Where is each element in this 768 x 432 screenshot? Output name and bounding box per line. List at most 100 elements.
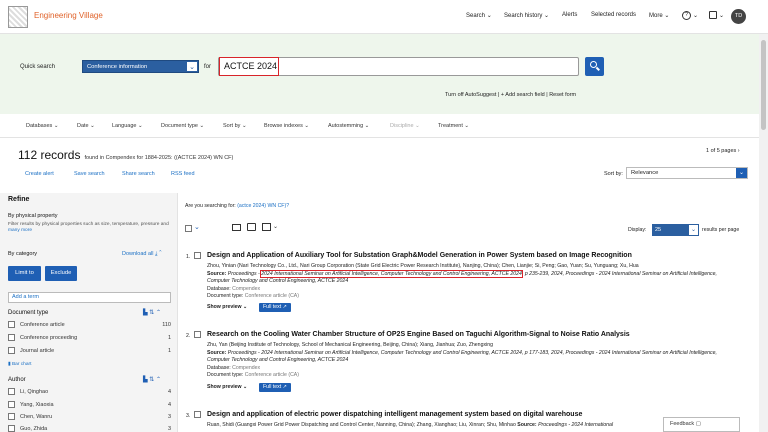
result-source: Source: Proceedings - 2024 International… — [207, 269, 717, 285]
by-category-title: By category — [8, 251, 38, 257]
author-title[interactable]: Author — [8, 377, 26, 383]
result-database: Database: Compendex — [207, 364, 261, 371]
chevron-down-icon: ⌄ — [186, 61, 198, 72]
result-title[interactable]: Design and Application of Auxiliary Tool… — [207, 252, 747, 259]
doc-type-checkbox[interactable] — [8, 321, 15, 328]
author-label: Li, Qinghao — [20, 389, 49, 395]
doc-type-checkbox[interactable] — [8, 347, 15, 354]
chevron-down-icon[interactable]: ⌄ — [194, 223, 200, 231]
results-per-page-label: results per page — [702, 227, 740, 233]
search-query-text[interactable]: ACTCE 2024 — [219, 57, 279, 76]
facet-actions[interactable]: ▙ ⇅ ⌃ — [143, 376, 161, 383]
doc-type-count: 1 — [167, 335, 171, 341]
display-count-select[interactable]: 25 ⌄ — [652, 224, 699, 236]
result-checkbox[interactable] — [194, 331, 201, 338]
author-checkbox[interactable] — [8, 413, 15, 420]
author-checkbox[interactable] — [8, 425, 15, 432]
author-checkbox[interactable] — [8, 401, 15, 408]
add-term-input[interactable]: Add a term — [8, 292, 171, 303]
chevron-down-icon[interactable]: ⌄ — [273, 223, 278, 230]
filter-language[interactable]: Language ⌄ — [112, 123, 143, 129]
filter-discipline: Discipline ⌄ — [390, 123, 420, 129]
nav-search-history[interactable]: Search history ⌄ — [504, 12, 549, 19]
result-source: Source: Proceedings - 2024 International… — [207, 349, 717, 364]
bar-chart-link[interactable]: ▮ Bar chart — [8, 362, 31, 367]
filter-treatment[interactable]: Treatment ⌄ — [438, 123, 469, 129]
did-you-mean: Are you searching for: (actce 2024) WN C… — [185, 203, 290, 209]
help-icon[interactable]: ? — [682, 11, 691, 20]
doc-type-checkbox[interactable] — [8, 334, 15, 341]
by-physical-property-title[interactable]: By physical property — [8, 213, 58, 219]
document-type-title[interactable]: Document type — [8, 310, 48, 316]
print-icon[interactable] — [247, 223, 256, 231]
rss-feed-link[interactable]: RSS feed — [171, 171, 195, 177]
limit-to-button[interactable]: Limit to — [8, 266, 41, 281]
full-text-button[interactable]: Full text ↗ — [259, 383, 291, 392]
select-all-checkbox[interactable] — [185, 225, 192, 232]
create-alert-link[interactable]: Create alert — [25, 171, 54, 177]
pagination[interactable]: 1 of 5 pages › — [706, 148, 740, 154]
result-authors: Zhu, Yan (Beijing Institute of Technolog… — [207, 342, 493, 348]
result-checkbox[interactable] — [194, 252, 201, 259]
search-field-select[interactable]: Conference information ⌄ — [82, 60, 199, 73]
many-more-link[interactable]: many more — [8, 228, 32, 233]
chevron-down-icon: ⌄ — [544, 13, 550, 19]
show-preview-toggle[interactable]: Show preview ⌄ — [207, 304, 247, 310]
nav-selected-records[interactable]: Selected records — [591, 12, 636, 18]
doc-type-label: Conference article — [20, 322, 65, 328]
result-title[interactable]: Research on the Cooling Water Chamber St… — [207, 331, 747, 338]
sort-by-label: Sort by: — [604, 171, 623, 177]
download-all-link[interactable]: Download all ⤓ ⌃ — [122, 251, 162, 258]
filter-sort-by[interactable]: Sort by ⌄ — [223, 123, 247, 129]
for-label: for — [204, 64, 212, 70]
chevron-down-icon[interactable]: ⌄ — [693, 12, 698, 19]
author-count: 3 — [167, 414, 171, 420]
filter-document-type[interactable]: Document type ⌄ — [161, 123, 204, 129]
filter-browse-indexes[interactable]: Browse indexes ⌄ — [264, 123, 309, 129]
doc-type-label: Conference proceeding — [20, 335, 78, 341]
chevron-down-icon[interactable]: ⌄ — [719, 12, 724, 19]
filter-databases[interactable]: Databases ⌄ — [26, 123, 58, 129]
search-button[interactable] — [585, 57, 604, 76]
result-number: 1. — [186, 254, 191, 260]
search-options-links[interactable]: Turn off AutoSuggest | + Add search fiel… — [445, 92, 576, 98]
feedback-button[interactable]: Feedback ▢ — [663, 417, 740, 432]
physical-property-description: Filter results by physical properties su… — [8, 222, 169, 233]
scrollbar-thumb[interactable] — [761, 40, 766, 130]
nav-more[interactable]: More ⌄ — [649, 12, 669, 19]
email-icon[interactable] — [232, 224, 241, 231]
brand-name[interactable]: Engineering Village — [34, 11, 103, 20]
doc-type-count: 110 — [162, 322, 171, 328]
result-details: Ruan, Shidi (Guangxi Power Grid Power Di… — [207, 422, 614, 428]
sort-select[interactable]: Relevance ⌄ — [626, 167, 748, 179]
chevron-down-icon: ⌄ — [688, 224, 699, 236]
filter-autostemming[interactable]: Autostemming ⌄ — [328, 123, 369, 129]
doc-type-count: 1 — [167, 348, 171, 354]
chevron-down-icon: ⌄ — [736, 168, 747, 178]
record-count: 112 records found in Compendex for 1884-2… — [18, 148, 234, 162]
avatar[interactable]: TD — [731, 9, 746, 24]
result-details: Zhu, Yan (Beijing Institute of Technolog… — [207, 342, 722, 380]
elsevier-logo-icon[interactable] — [8, 6, 28, 28]
result-number: 3. — [186, 413, 191, 419]
full-text-button[interactable]: Full text ↗ — [259, 303, 291, 312]
facet-actions[interactable]: ▙ ⇅ ⌃ — [143, 309, 161, 316]
nav-search[interactable]: Search ⌄ — [466, 12, 492, 19]
author-checkbox[interactable] — [8, 388, 15, 395]
filter-date[interactable]: Date ⌄ — [77, 123, 95, 129]
author-count: 3 — [167, 426, 171, 432]
result-authors: Zhou, Yinian (Nari Technology Co., Ltd.,… — [207, 263, 639, 269]
chat-icon: ▢ — [695, 421, 701, 427]
share-search-link[interactable]: Share search — [122, 171, 155, 177]
result-checkbox[interactable] — [194, 411, 201, 418]
doc-type-label: Journal article — [20, 348, 55, 354]
result-details: Zhou, Yinian (Nari Technology Co., Ltd.,… — [207, 263, 722, 301]
chevron-down-icon: ⌄ — [486, 13, 492, 19]
download-icon[interactable] — [262, 223, 271, 231]
institution-icon[interactable] — [709, 11, 717, 19]
show-preview-toggle[interactable]: Show preview ⌄ — [207, 384, 247, 390]
did-you-mean-link[interactable]: (actce 2024) WN CF)? — [237, 203, 289, 209]
save-search-link[interactable]: Save search — [74, 171, 105, 177]
exclude-button[interactable]: Exclude — [45, 266, 77, 281]
nav-alerts[interactable]: Alerts — [562, 12, 577, 18]
